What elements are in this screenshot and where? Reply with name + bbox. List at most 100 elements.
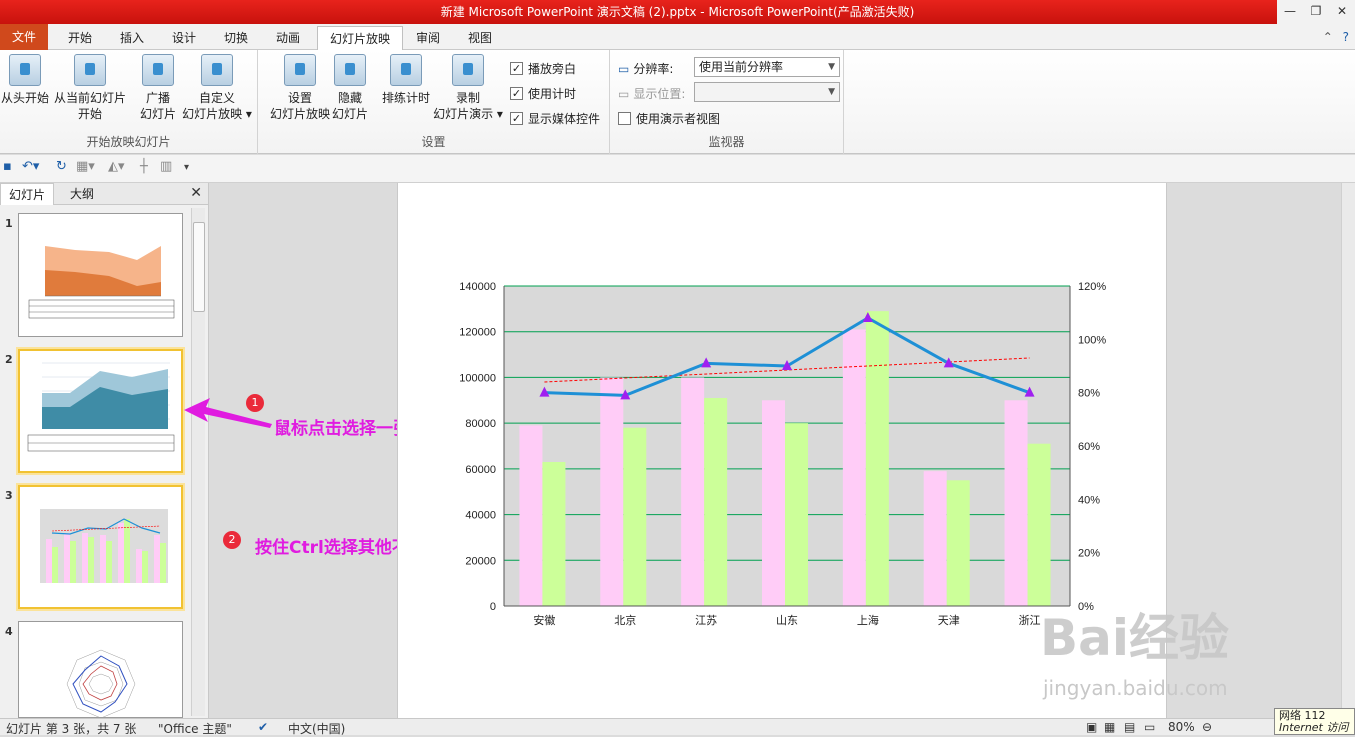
display-on-select[interactable]: ▼ bbox=[694, 82, 840, 102]
y-tick-label: 140000 bbox=[459, 281, 496, 293]
bar bbox=[681, 377, 705, 606]
bar bbox=[785, 423, 808, 606]
window-controls: — ❐ ✕ bbox=[1277, 0, 1355, 24]
redo-icon[interactable]: ↻ bbox=[56, 159, 67, 174]
stopwatch-icon bbox=[390, 54, 422, 86]
tab-animations[interactable]: 动画 bbox=[264, 26, 312, 50]
watermark-logo: Bai经验 bbox=[1040, 609, 1229, 667]
broadcast-button[interactable]: 广播 幻灯片 bbox=[136, 54, 180, 122]
y2-tick-label: 80% bbox=[1078, 388, 1100, 400]
rehearse-timings-button[interactable]: 排练计时 bbox=[378, 54, 434, 106]
language[interactable]: 中文(中国) bbox=[288, 720, 345, 737]
panel-scrollbar[interactable] bbox=[191, 208, 205, 716]
close-icon[interactable]: ✕ bbox=[1329, 0, 1355, 24]
slide-thumbnail-2[interactable] bbox=[18, 349, 183, 473]
tab-slides[interactable]: 幻灯片 bbox=[0, 183, 55, 205]
record-show-button[interactable]: 录制 幻灯片演示 ▾ bbox=[432, 54, 504, 122]
bar bbox=[1004, 400, 1028, 606]
chevron-up-icon[interactable]: ⌃ bbox=[1323, 30, 1333, 44]
y2-tick-label: 100% bbox=[1078, 334, 1106, 346]
slideshow-view-icon[interactable]: ▭ bbox=[1144, 720, 1155, 734]
scrollbar-thumb[interactable] bbox=[193, 222, 205, 312]
close-icon[interactable]: ✕ bbox=[190, 185, 202, 201]
custom-show-icon bbox=[201, 54, 233, 86]
bar bbox=[623, 427, 647, 606]
ribbon-tabs: 文件 开始 插入 设计 切换 动画 幻灯片放映 审阅 视图 ⌃ ? bbox=[0, 24, 1355, 51]
distribute-icon[interactable]: ▥ bbox=[160, 159, 172, 174]
panel-tabs: 幻灯片 大纲 ✕ bbox=[0, 183, 208, 205]
bar bbox=[704, 398, 728, 606]
monitor-icon: ▭ bbox=[618, 86, 630, 101]
y-tick-label: 40000 bbox=[465, 510, 496, 522]
format-icon[interactable]: ▦▾ bbox=[76, 159, 95, 174]
y-tick-label: 100000 bbox=[459, 372, 496, 384]
annotation-badge-2: 2 bbox=[223, 531, 241, 549]
tab-view[interactable]: 视图 bbox=[456, 26, 504, 50]
tab-file[interactable]: 文件 bbox=[0, 24, 49, 50]
spellcheck-icon[interactable]: ✔ bbox=[258, 720, 268, 734]
zoom-level[interactable]: 80% bbox=[1168, 720, 1195, 734]
tab-insert[interactable]: 插入 bbox=[108, 26, 156, 50]
tab-home[interactable]: 开始 bbox=[56, 26, 104, 50]
custom-show-button[interactable]: 自定义 幻灯片放映 ▾ bbox=[180, 54, 254, 122]
record-icon bbox=[452, 54, 484, 86]
restore-icon[interactable]: ❐ bbox=[1303, 0, 1329, 24]
tab-transitions[interactable]: 切换 bbox=[212, 26, 260, 50]
minimize-icon[interactable]: — bbox=[1277, 0, 1303, 24]
bar bbox=[923, 471, 947, 606]
customize-qat-icon[interactable]: ▾ bbox=[184, 162, 189, 173]
reading-view-icon[interactable]: ▤ bbox=[1124, 720, 1135, 734]
from-beginning-button[interactable]: 从头开始 bbox=[0, 54, 50, 106]
setup-show-button[interactable]: 设置 幻灯片放映 bbox=[264, 54, 336, 122]
zoom-out-icon[interactable]: ⊖ bbox=[1202, 720, 1212, 734]
x-tick-label: 安徽 bbox=[533, 613, 555, 627]
align-icon[interactable]: ┼ bbox=[140, 159, 148, 174]
x-tick-label: 北京 bbox=[614, 613, 636, 627]
from-current-button[interactable]: 从当前幻灯片 开始 bbox=[52, 54, 128, 122]
checkbox-check-icon: ✓ bbox=[510, 112, 523, 125]
title-bar: 新建 Microsoft PowerPoint 演示文稿 (2).pptx - … bbox=[0, 0, 1355, 24]
bar bbox=[842, 329, 866, 606]
x-tick-label: 天津 bbox=[938, 614, 960, 627]
network-tooltip: 网络 112 Internet 访问 bbox=[1274, 708, 1355, 735]
undo-icon[interactable]: ↶▾ bbox=[22, 159, 39, 174]
editor-scrollbar[interactable] bbox=[1341, 183, 1355, 718]
slide-thumbnail-3[interactable] bbox=[18, 485, 183, 609]
projector-icon bbox=[9, 54, 41, 86]
use-timings-checkbox[interactable]: ✓ 使用计时 bbox=[510, 85, 576, 102]
y2-tick-label: 120% bbox=[1078, 281, 1106, 293]
tab-design[interactable]: 设计 bbox=[160, 26, 208, 50]
play-narrations-checkbox[interactable]: ✓ 播放旁白 bbox=[510, 60, 576, 77]
shape-icon[interactable]: ◭▾ bbox=[108, 159, 125, 174]
tab-review[interactable]: 审阅 bbox=[404, 26, 452, 50]
sorter-view-icon[interactable]: ▦ bbox=[1104, 720, 1115, 734]
show-media-controls-checkbox[interactable]: ✓ 显示媒体控件 bbox=[510, 110, 600, 127]
normal-view-icon[interactable]: ▣ bbox=[1086, 720, 1097, 734]
checkbox-check-icon: ✓ bbox=[510, 62, 523, 75]
presenter-view-checkbox[interactable]: 使用演示者视图 bbox=[618, 110, 720, 127]
resolution-select[interactable]: 使用当前分辨率 ▼ bbox=[694, 57, 840, 77]
tab-outline[interactable]: 大纲 bbox=[62, 183, 102, 205]
slide-number: 3 bbox=[5, 489, 13, 502]
slide-number: 1 bbox=[5, 217, 13, 230]
help-icon[interactable]: ? bbox=[1343, 30, 1349, 44]
save-icon[interactable]: ▪ bbox=[3, 159, 12, 174]
status-bar: 幻灯片 第 3 张，共 7 张 "Office 主题" ✔ 中文(中国) ▣ ▦… bbox=[0, 718, 1355, 737]
slide-counter: 幻灯片 第 3 张，共 7 张 bbox=[6, 722, 137, 736]
slide-thumbnail-4[interactable] bbox=[18, 621, 183, 718]
chevron-down-icon: ▼ bbox=[828, 87, 835, 97]
bar bbox=[946, 480, 970, 606]
slide-thumbnail-1[interactable] bbox=[18, 213, 183, 337]
group-label: 开始放映幻灯片 bbox=[86, 135, 171, 149]
y2-tick-label: 60% bbox=[1078, 441, 1100, 453]
group-label: 监视器 bbox=[708, 135, 745, 149]
hide-slide-button[interactable]: 隐藏 幻灯片 bbox=[330, 54, 370, 122]
x-tick-label: 上海 bbox=[857, 613, 879, 627]
x-tick-label: 江苏 bbox=[695, 614, 717, 627]
projector-icon bbox=[74, 54, 106, 86]
tab-slideshow[interactable]: 幻灯片放映 bbox=[317, 26, 404, 51]
y2-tick-label: 40% bbox=[1078, 494, 1100, 506]
slide-number: 4 bbox=[5, 625, 13, 638]
bar bbox=[1027, 443, 1051, 606]
quick-access-toolbar: ▪ ↶▾ ↻ ▦▾ ◭▾ ┼ ▥ ▾ bbox=[0, 155, 1355, 183]
